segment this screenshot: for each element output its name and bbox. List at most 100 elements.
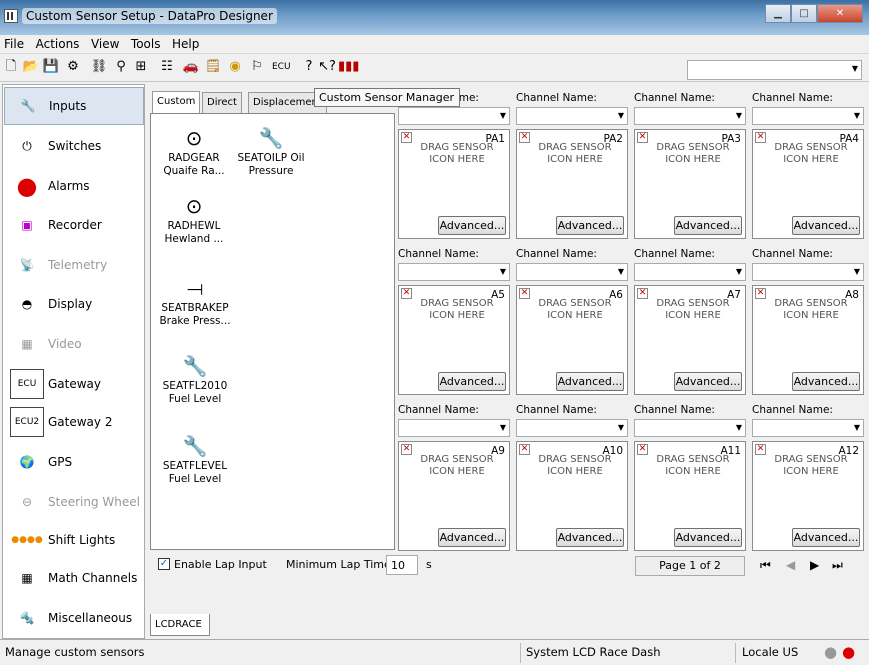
channel-drop-zone[interactable]: ✕ A12 DRAG SENSOR ICON HERE Advanced...	[752, 441, 864, 551]
sidebar-item-alarms[interactable]: ● Alarms	[4, 167, 144, 205]
sensor-item[interactable]: 🔧 SEATOILP Oil Pressure	[231, 124, 311, 178]
channel-drop-zone[interactable]: ✕ A5 DRAG SENSOR ICON HERE Advanced...	[398, 285, 510, 395]
sensor-item[interactable]: 🔧 SEATFLEVEL Fuel Level	[157, 432, 233, 486]
sidebar-item-miscellaneous[interactable]: 🔩 Miscellaneous	[4, 599, 144, 637]
menu-file[interactable]: File	[0, 35, 28, 53]
advanced-button[interactable]: Advanced...	[674, 528, 742, 547]
remove-icon[interactable]: ✕	[519, 288, 530, 299]
menu-help[interactable]: Help	[168, 35, 203, 53]
tab-lcdrace[interactable]: LCDRACE	[150, 614, 210, 636]
remove-icon[interactable]: ✕	[519, 132, 530, 143]
menu-tools[interactable]: Tools	[127, 35, 165, 53]
sensor-item[interactable]: ⟞ SEATBRAKEP Brake Press...	[157, 274, 233, 328]
remove-icon[interactable]: ✕	[755, 288, 766, 299]
minimize-button[interactable]: ▁	[765, 4, 791, 23]
remove-icon[interactable]: ✕	[519, 444, 530, 455]
network-icon[interactable]: ⛓	[90, 58, 108, 76]
enable-lap-checkbox[interactable]: ✓	[158, 558, 170, 570]
maximize-button[interactable]: □	[791, 4, 817, 23]
menu-actions[interactable]: Actions	[32, 35, 84, 53]
channel-name-combo[interactable]	[634, 419, 746, 437]
car-icon[interactable]: 🚗	[182, 58, 200, 76]
remove-icon[interactable]: ✕	[401, 444, 412, 455]
advanced-button[interactable]: Advanced...	[792, 528, 860, 547]
channel-name-combo[interactable]	[516, 263, 628, 281]
help-icon[interactable]: ?	[300, 58, 318, 76]
channel-name-combo[interactable]	[634, 107, 746, 125]
channel-drop-zone[interactable]: ✕ A11 DRAG SENSOR ICON HERE Advanced...	[634, 441, 746, 551]
advanced-button[interactable]: Advanced...	[438, 528, 506, 547]
barcode-icon[interactable]: ▮▮▮	[338, 58, 359, 76]
context-help-icon[interactable]: ↖?	[318, 58, 336, 76]
advanced-button[interactable]: Advanced...	[438, 216, 506, 235]
advanced-button[interactable]: Advanced...	[438, 372, 506, 391]
remove-icon[interactable]: ✕	[637, 444, 648, 455]
channel-name-combo[interactable]	[398, 419, 510, 437]
channel-drop-zone[interactable]: ✕ PA1 DRAG SENSOR ICON HERE Advanced...	[398, 129, 510, 239]
probe-icon[interactable]: ⚲	[112, 58, 130, 76]
tool-icon[interactable]: ⚙	[64, 58, 82, 76]
advanced-button[interactable]: Advanced...	[556, 216, 624, 235]
channel-drop-zone[interactable]: ✕ A7 DRAG SENSOR ICON HERE Advanced...	[634, 285, 746, 395]
open-folder-icon[interactable]: 📂	[22, 58, 40, 76]
gauge-icon[interactable]: ◉	[226, 58, 244, 76]
sidebar-item-video[interactable]: ▦ Video	[4, 325, 144, 363]
sidebar-item-gateway-2[interactable]: ECU2 Gateway 2	[4, 403, 144, 441]
channel-name-combo[interactable]	[516, 107, 628, 125]
tab-direct[interactable]: Direct	[202, 92, 242, 113]
sidebar-item-switches[interactable]: ⏻ Switches	[4, 127, 144, 165]
advanced-button[interactable]: Advanced...	[556, 528, 624, 547]
sidebar-item-math-channels[interactable]: ▦ Math Channels	[4, 559, 144, 597]
remove-icon[interactable]: ✕	[401, 132, 412, 143]
sensor-item[interactable]: ⊙ RADGEAR Quaife Ra...	[159, 124, 229, 178]
remove-icon[interactable]: ✕	[637, 132, 648, 143]
sidebar-item-display[interactable]: ◓ Display	[4, 285, 144, 323]
properties-icon[interactable]: ☷	[158, 58, 176, 76]
sidebar-item-gps[interactable]: 🌍 GPS	[4, 443, 144, 481]
remove-icon[interactable]: ✕	[401, 288, 412, 299]
channel-name-combo[interactable]	[516, 419, 628, 437]
advanced-button[interactable]: Advanced...	[792, 372, 860, 391]
close-button[interactable]: ✕	[817, 4, 863, 23]
layout-icon[interactable]: ⊞	[132, 58, 150, 76]
sidebar-item-shift-lights[interactable]: ●●●● Shift Lights	[4, 521, 144, 559]
channel-drop-zone[interactable]: ✕ PA3 DRAG SENSOR ICON HERE Advanced...	[634, 129, 746, 239]
advanced-button[interactable]: Advanced...	[674, 372, 742, 391]
ecu-icon[interactable]: ECU	[272, 58, 291, 76]
channel-name-combo[interactable]	[752, 107, 864, 125]
channel-drop-zone[interactable]: ✕ A6 DRAG SENSOR ICON HERE Advanced...	[516, 285, 628, 395]
sidebar-item-steering-wheel[interactable]: ⊖ Steering Wheel	[4, 483, 144, 521]
channel-drop-zone[interactable]: ✕ A10 DRAG SENSOR ICON HERE Advanced...	[516, 441, 628, 551]
toolbar-combo[interactable]	[687, 60, 862, 80]
first-page-icon[interactable]: ⏮	[760, 558, 771, 573]
channel-name-combo[interactable]	[634, 263, 746, 281]
min-lap-input[interactable]: 10	[386, 555, 418, 575]
sensor-item[interactable]: ⊙ RADHEWL Hewland ...	[159, 192, 229, 246]
last-page-icon[interactable]: ⏭	[832, 558, 843, 573]
channel-name-combo[interactable]	[398, 107, 510, 125]
menu-view[interactable]: View	[87, 35, 123, 53]
new-icon[interactable]: 🗋	[2, 58, 20, 76]
next-page-icon[interactable]: ▶	[810, 558, 819, 572]
tab-custom[interactable]: Custom	[152, 91, 201, 114]
advanced-button[interactable]: Advanced...	[556, 372, 624, 391]
sidebar-item-gateway[interactable]: ECU Gateway	[4, 365, 144, 403]
sidebar-item-recorder[interactable]: ▣ Recorder	[4, 206, 144, 244]
channel-name-combo[interactable]	[752, 419, 864, 437]
advanced-button[interactable]: Advanced...	[674, 216, 742, 235]
advanced-button[interactable]: Advanced...	[792, 216, 860, 235]
remove-icon[interactable]: ✕	[755, 132, 766, 143]
channel-drop-zone[interactable]: ✕ PA4 DRAG SENSOR ICON HERE Advanced...	[752, 129, 864, 239]
prev-page-icon[interactable]: ◀	[786, 558, 795, 572]
channel-drop-zone[interactable]: ✕ PA2 DRAG SENSOR ICON HERE Advanced...	[516, 129, 628, 239]
remove-icon[interactable]: ✕	[637, 288, 648, 299]
channel-name-combo[interactable]	[752, 263, 864, 281]
channel-drop-zone[interactable]: ✕ A9 DRAG SENSOR ICON HERE Advanced...	[398, 441, 510, 551]
notes-icon[interactable]: 🗒	[204, 58, 222, 76]
save-icon[interactable]: 💾	[42, 58, 60, 76]
sidebar-item-inputs[interactable]: 🔧 Inputs	[4, 87, 144, 125]
remove-icon[interactable]: ✕	[755, 444, 766, 455]
custom-sensor-manager-icon[interactable]: ⚐	[248, 58, 266, 76]
sidebar-item-telemetry[interactable]: 📡 Telemetry	[4, 246, 144, 284]
channel-name-combo[interactable]	[398, 263, 510, 281]
